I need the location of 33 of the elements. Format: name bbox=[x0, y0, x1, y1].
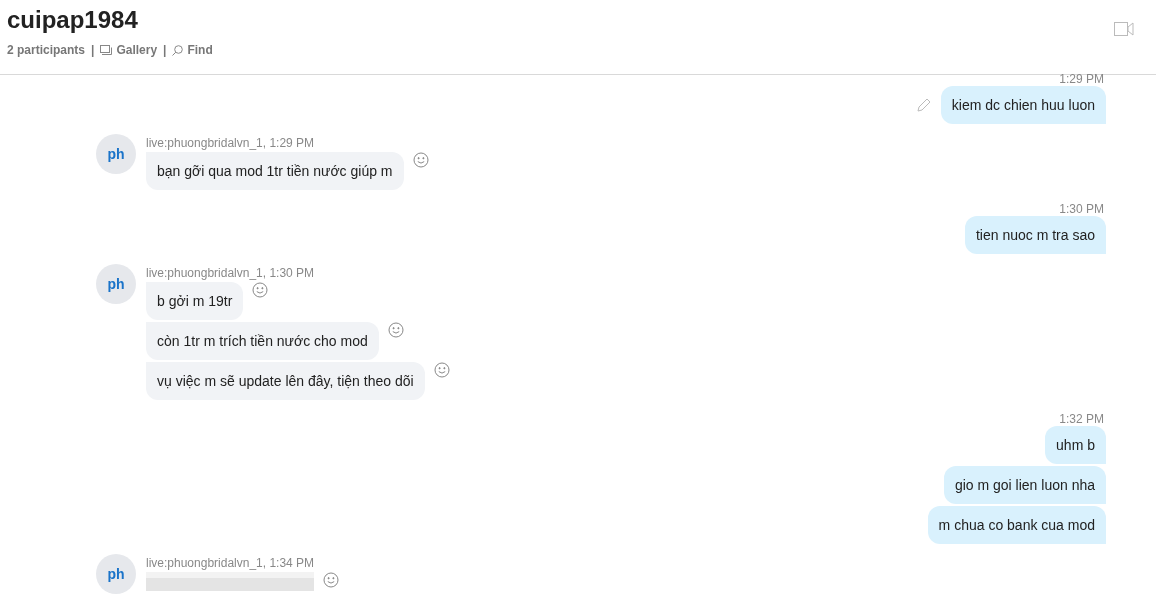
message-bubble: còn 1tr m trích tiền nước cho mod bbox=[146, 322, 379, 360]
message-bubble: kiem dc chien huu luon bbox=[940, 86, 1106, 124]
participants-count[interactable]: 2 participants bbox=[7, 41, 86, 59]
search-icon bbox=[172, 44, 184, 56]
timestamp: 1:30 PM bbox=[1059, 205, 1104, 214]
avatar[interactable]: ph bbox=[96, 264, 136, 304]
video-call-icon[interactable] bbox=[1114, 22, 1134, 36]
sender-and-time: live:phuongbridalvn_1, 1:29 PM bbox=[146, 136, 316, 150]
message-bubble: bạn gỡi qua mod 1tr tiền nước giúp m bbox=[146, 152, 404, 190]
message-bubble: gio m goi lien luon nha bbox=[943, 466, 1106, 504]
pencil-icon bbox=[916, 98, 931, 112]
separator: | bbox=[163, 42, 167, 59]
timestamp: 1:32 PM bbox=[1059, 415, 1104, 424]
timestamp: 1:29 PM bbox=[1059, 75, 1104, 84]
message-bubble: uhm b bbox=[1045, 426, 1106, 464]
emoji-reaction-icon[interactable] bbox=[412, 152, 429, 168]
separator: | bbox=[91, 42, 95, 59]
message-bubble: tien nuoc m tra sao bbox=[964, 216, 1106, 254]
avatar[interactable]: ph bbox=[96, 554, 136, 594]
avatar[interactable]: ph bbox=[96, 134, 136, 174]
emoji-reaction-icon[interactable] bbox=[433, 362, 450, 378]
emoji-reaction-icon[interactable] bbox=[252, 282, 269, 298]
sender-and-time: live:phuongbridalvn_1, 1:30 PM bbox=[146, 266, 316, 280]
emoji-reaction-icon[interactable] bbox=[323, 572, 339, 588]
sender-and-time: live:phuongbridalvn_1, 1:34 PM bbox=[146, 556, 316, 570]
message-bubble: vụ việc m sẽ update lên đây, tiện theo dõi bbox=[146, 362, 425, 400]
find-link[interactable]: Find bbox=[172, 41, 213, 59]
emoji-reaction-icon[interactable] bbox=[387, 322, 404, 338]
gallery-link[interactable]: Gallery bbox=[100, 41, 158, 59]
chat-title: cuipap1984 bbox=[7, 5, 139, 35]
gallery-icon bbox=[100, 45, 113, 55]
message-bubble: b gởi m 19tr bbox=[146, 282, 244, 320]
message-bubble: m chua co bank cua mod bbox=[927, 506, 1106, 544]
